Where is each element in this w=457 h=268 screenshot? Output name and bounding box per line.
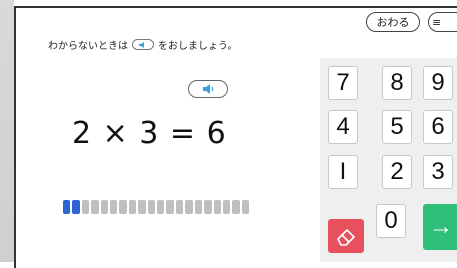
progress-segment	[157, 200, 165, 214]
progress-segment	[63, 200, 71, 214]
progress-segment	[128, 200, 137, 214]
progress-segment	[232, 200, 240, 214]
progress-segment	[81, 200, 90, 214]
eraser-icon	[337, 229, 355, 246]
arrow-right-icon: →	[429, 213, 453, 240]
key-9[interactable]: 9	[423, 66, 453, 100]
instruction-text: わからないときは をおしましょう。	[48, 37, 237, 52]
progress-segment	[100, 200, 109, 214]
progress-segment	[204, 200, 212, 214]
key-0[interactable]: 0	[376, 204, 406, 238]
progress-segment	[194, 200, 203, 214]
progress-segment	[185, 200, 193, 214]
progress-segment	[110, 200, 118, 214]
progress-segment	[175, 200, 184, 214]
progress-segment	[222, 200, 231, 214]
speaker-icon	[203, 84, 214, 94]
instruction-before: わからないときは	[48, 41, 128, 52]
key-3[interactable]: 3	[423, 155, 453, 189]
speaker-button[interactable]	[188, 80, 228, 98]
progress-segment	[241, 200, 250, 214]
key-1[interactable]: I	[328, 155, 358, 189]
progress-bar	[63, 200, 250, 214]
key-6[interactable]: 6	[423, 110, 453, 144]
menu-button[interactable]: ≡	[428, 12, 457, 32]
key-8[interactable]: 8	[382, 66, 412, 100]
inline-speaker-icon	[132, 39, 154, 50]
progress-segment	[147, 200, 156, 214]
progress-segment	[138, 200, 146, 214]
enter-button[interactable]: →	[423, 204, 457, 250]
instruction-after: をおしましょう。	[158, 41, 238, 52]
quit-button[interactable]: おわる	[366, 12, 420, 32]
key-4[interactable]: 4	[328, 110, 358, 144]
erase-button[interactable]	[328, 219, 364, 253]
progress-segment	[72, 200, 80, 214]
key-2[interactable]: 2	[382, 155, 412, 189]
key-5[interactable]: 5	[382, 110, 412, 144]
outer-background	[0, 0, 14, 262]
progress-segment	[213, 200, 221, 214]
progress-segment	[119, 200, 127, 214]
equation: 2 × 3 = 6	[72, 116, 227, 151]
progress-segment	[166, 200, 174, 214]
quit-button-label: おわる	[376, 16, 410, 29]
progress-segment	[91, 200, 99, 214]
menu-icon: ≡	[432, 15, 442, 29]
key-7[interactable]: 7	[328, 66, 358, 100]
